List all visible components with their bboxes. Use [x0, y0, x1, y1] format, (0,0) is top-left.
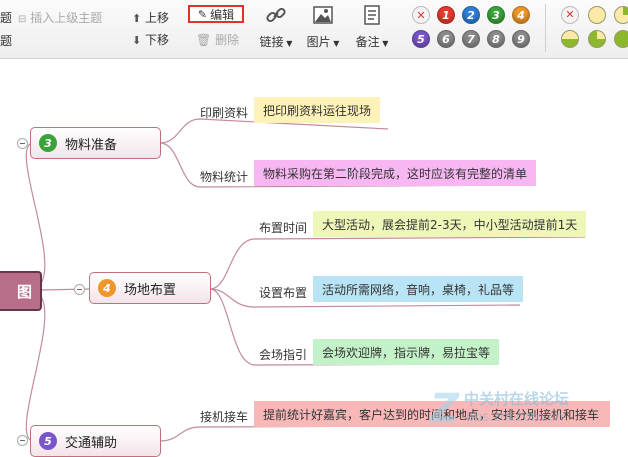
priority-6-icon[interactable]: 6	[437, 30, 455, 48]
subtopic-label[interactable]: 印刷资料	[200, 104, 248, 121]
priority-8-icon[interactable]: 8	[487, 30, 505, 48]
trash-icon: 🗑	[196, 33, 212, 47]
priority-9-icon[interactable]: 9	[512, 30, 530, 48]
chevron-down-icon: ▼	[283, 39, 293, 48]
link-icon	[266, 7, 286, 23]
subtopic-note[interactable]: 把印刷资料运往现场	[254, 97, 381, 123]
insert-topic-button-partial[interactable]: 题	[0, 9, 12, 26]
subtopic-label[interactable]: 物料统计	[200, 168, 248, 185]
priority-3-icon: 3	[39, 134, 57, 152]
progress-50-icon[interactable]	[561, 30, 579, 48]
toolbar: 题 ⊟ 插入上级主题 题 ⬆ 上移 ⬇ 下移 ✎ 编辑 🗑 删除 链接 ▼ 图片…	[0, 0, 628, 59]
branch-topic-venue-setup[interactable]: 4 场地布置	[89, 272, 211, 304]
remove-progress-icon[interactable]: ✕	[561, 6, 579, 24]
collapse-toggle-branch-5[interactable]	[17, 435, 28, 446]
mindmap-canvas: 图 3 物料准备 印刷资料 把印刷资料运往现场 物料统计 物料采购在第二阶段完成…	[0, 59, 628, 457]
note-icon	[364, 5, 380, 25]
image-button[interactable]: 图片 ▼	[303, 4, 343, 50]
subtopic-note[interactable]: 活动所需网络，音响，桌椅，礼品等	[313, 276, 524, 302]
subtopic-label[interactable]: 接机接车	[200, 408, 248, 425]
move-up-button[interactable]: ⬆ 上移	[132, 9, 169, 26]
subtopic-note[interactable]: 会场欢迎牌，指示牌，易拉宝等	[313, 339, 500, 365]
priority-2-icon[interactable]: 2	[462, 6, 480, 24]
subtopic-note[interactable]: 大型活动，展会提前2-3天，中小型活动提前1天	[313, 211, 587, 237]
root-topic-node[interactable]: 图	[0, 271, 42, 311]
collapse-toggle-branch-4[interactable]	[74, 284, 85, 295]
note-button[interactable]: 备注 ▼	[352, 4, 392, 50]
subtopic-note[interactable]: 物料采购在第二阶段完成，这时应该有完整的清单	[254, 160, 537, 186]
priority-4-icon[interactable]: 4	[512, 6, 530, 24]
link-button[interactable]: 链接 ▼	[256, 4, 296, 50]
priority-3-icon[interactable]: 3	[487, 6, 505, 24]
subtopic-label[interactable]: 设置布置	[259, 284, 307, 301]
priority-4-icon: 4	[98, 279, 116, 297]
branch-topic-material-prep[interactable]: 3 物料准备	[30, 127, 161, 159]
insert-parent-icon: ⊟	[18, 14, 27, 25]
arrow-up-icon: ⬆	[132, 12, 142, 25]
progress-0-icon[interactable]	[588, 6, 606, 24]
move-down-button[interactable]: ⬇ 下移	[132, 31, 169, 48]
priority-5-icon[interactable]: 5	[412, 30, 430, 48]
chevron-down-icon: ▼	[379, 39, 389, 48]
delete-button[interactable]: 🗑 删除	[196, 31, 239, 48]
image-icon	[313, 6, 333, 24]
insert-topic2-button-partial[interactable]: 题	[0, 32, 12, 49]
progress-25-icon[interactable]	[614, 6, 628, 24]
subtopic-note[interactable]: 提前统计好嘉宾，客户达到的时间和地点，安排分别接机和接车	[254, 401, 610, 427]
arrow-down-icon: ⬇	[132, 34, 142, 47]
edit-button[interactable]: ✎ 编辑	[188, 5, 244, 23]
chevron-down-icon: ▼	[330, 39, 340, 48]
toolbar-divider	[545, 4, 546, 52]
subtopic-label[interactable]: 会场指引	[259, 346, 307, 363]
priority-1-icon[interactable]: 1	[437, 6, 455, 24]
progress-75-icon[interactable]	[588, 30, 606, 48]
branch-topic-transport[interactable]: 5 交通辅助	[30, 425, 161, 457]
insert-parent-topic-button[interactable]: ⊟ 插入上级主题	[18, 9, 102, 26]
collapse-toggle-branch-3[interactable]	[17, 138, 28, 149]
subtopic-label[interactable]: 布置时间	[259, 219, 307, 236]
edit-icon: ✎	[197, 7, 208, 21]
progress-100-icon[interactable]	[614, 30, 628, 48]
priority-7-icon[interactable]: 7	[462, 30, 480, 48]
remove-priority-icon[interactable]: ✕	[412, 6, 430, 24]
priority-5-icon: 5	[39, 432, 57, 450]
